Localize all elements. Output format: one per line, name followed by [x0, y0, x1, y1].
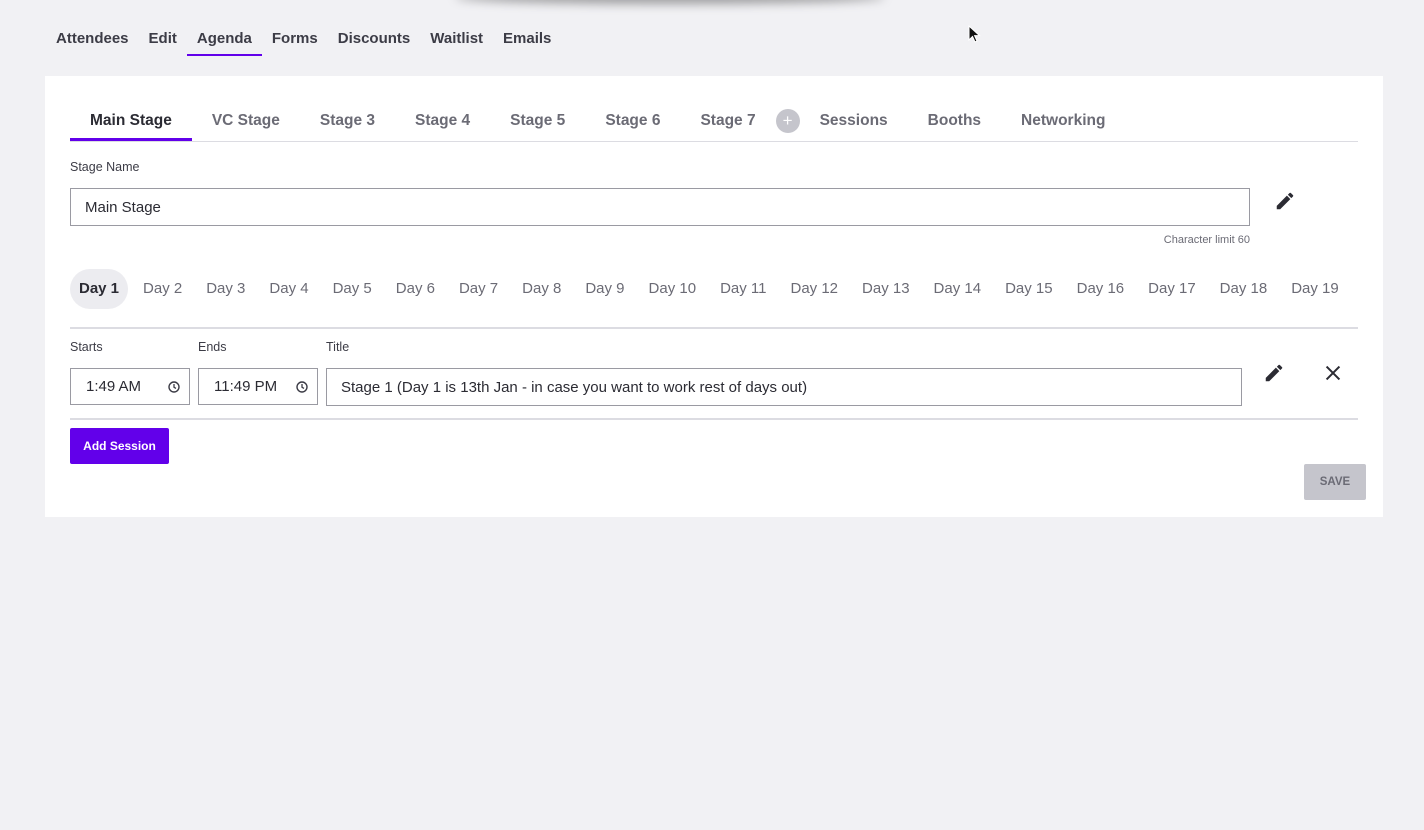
- tab-booths[interactable]: Booths: [908, 106, 1001, 141]
- nav-item-discounts[interactable]: Discounts: [328, 22, 421, 56]
- stage-tab-stage-4[interactable]: Stage 4: [395, 106, 490, 141]
- session-row-divider: [70, 418, 1358, 420]
- day-tab-day-14[interactable]: Day 14: [925, 269, 991, 309]
- tab-sessions[interactable]: Sessions: [800, 106, 908, 141]
- ends-label: Ends: [198, 340, 227, 354]
- day-tab-day-8[interactable]: Day 8: [513, 269, 570, 309]
- day-tab-day-10[interactable]: Day 10: [640, 269, 706, 309]
- day-tab-day-7[interactable]: Day 7: [450, 269, 507, 309]
- nav-item-emails[interactable]: Emails: [493, 22, 561, 56]
- session-end-time-value: 11:49 PM: [214, 378, 278, 395]
- day-tab-day-2[interactable]: Day 2: [134, 269, 191, 309]
- day-tab-day-6[interactable]: Day 6: [387, 269, 444, 309]
- stage-name-input[interactable]: Main Stage: [70, 188, 1250, 226]
- starts-label: Starts: [70, 340, 103, 354]
- clock-icon[interactable]: [296, 381, 308, 393]
- nav-item-edit[interactable]: Edit: [139, 22, 187, 56]
- day-tab-day-19[interactable]: Day 19: [1282, 269, 1348, 309]
- nav-item-forms[interactable]: Forms: [262, 22, 328, 56]
- delete-session-close-icon[interactable]: [1322, 362, 1344, 384]
- stage-name-character-limit: Character limit 60: [1163, 234, 1250, 246]
- day-tab-day-1[interactable]: Day 1: [70, 269, 129, 309]
- tab-networking[interactable]: Networking: [1001, 106, 1125, 141]
- day-tab-day-16[interactable]: Day 16: [1068, 269, 1134, 309]
- nav-item-waitlist[interactable]: Waitlist: [420, 22, 493, 56]
- day-tab-day-4[interactable]: Day 4: [260, 269, 317, 309]
- day-tab-day-18[interactable]: Day 18: [1211, 269, 1277, 309]
- stage-tabs: Main Stage VC Stage Stage 3 Stage 4 Stage 5S…: [70, 106, 1358, 142]
- day-tab-day-17[interactable]: Day 17: [1139, 269, 1205, 309]
- event-top-nav: Attendees Edit Agenda Forms Discounts Waitlis…: [46, 22, 561, 56]
- stage-name-label: Stage Name: [70, 160, 140, 174]
- stage-tab-stage-6[interactable]: Stage 6: [585, 106, 680, 141]
- stage-tab-vc-stage[interactable]: VC Stage: [192, 106, 300, 141]
- title-label: Title: [326, 340, 350, 354]
- stage-tab-stage-7[interactable]: Stage 7: [680, 106, 775, 141]
- agenda-card: Main Stage VC Stage Stage 3 Stage 4 Stage 5S…: [45, 76, 1383, 517]
- session-start-time-value: 1:49 AM: [86, 378, 142, 395]
- session-start-time-input[interactable]: 1:49 AM: [70, 368, 190, 405]
- day-tab-day-12[interactable]: Day 12: [781, 269, 847, 309]
- day-tab-day-3[interactable]: Day 3: [197, 269, 254, 309]
- nav-item-agenda[interactable]: Agenda: [186, 22, 262, 56]
- day-tab-day-9[interactable]: Day 9: [576, 269, 633, 309]
- edit-session-pencil-icon[interactable]: [1263, 362, 1285, 384]
- day-tab-day-13[interactable]: Day 13: [853, 269, 919, 309]
- add-stage-plus-icon[interactable]: +: [775, 109, 800, 133]
- day-tab-day-5[interactable]: Day 5: [324, 269, 381, 309]
- edit-stage-name-pencil-icon[interactable]: [1274, 190, 1296, 212]
- session-title-input[interactable]: Stage 1 (Day 1 is 13th Jan - in case you…: [326, 368, 1242, 406]
- stage-tab-stage-5[interactable]: Stage 5: [490, 106, 585, 141]
- add-session-button[interactable]: Add Session: [70, 428, 169, 464]
- save-button[interactable]: SAVE: [1304, 464, 1366, 500]
- stage-tab-main-stage[interactable]: Main Stage: [70, 106, 192, 141]
- session-end-time-input[interactable]: 11:49 PM: [198, 368, 318, 405]
- day-tabs: Day 1 Day 2 Day 3 Day 4 Day 5 Day 6 Day 7 Day 8…: [70, 269, 1358, 329]
- day-tab-day-11[interactable]: Day 11: [711, 269, 775, 309]
- day-tab-day-15[interactable]: Day 15: [996, 269, 1062, 309]
- clock-icon[interactable]: [168, 381, 180, 393]
- nav-item-attendees[interactable]: Attendees: [46, 22, 139, 56]
- stage-tab-stage-3[interactable]: Stage 3: [300, 106, 395, 141]
- mouse-cursor-icon: [968, 25, 981, 43]
